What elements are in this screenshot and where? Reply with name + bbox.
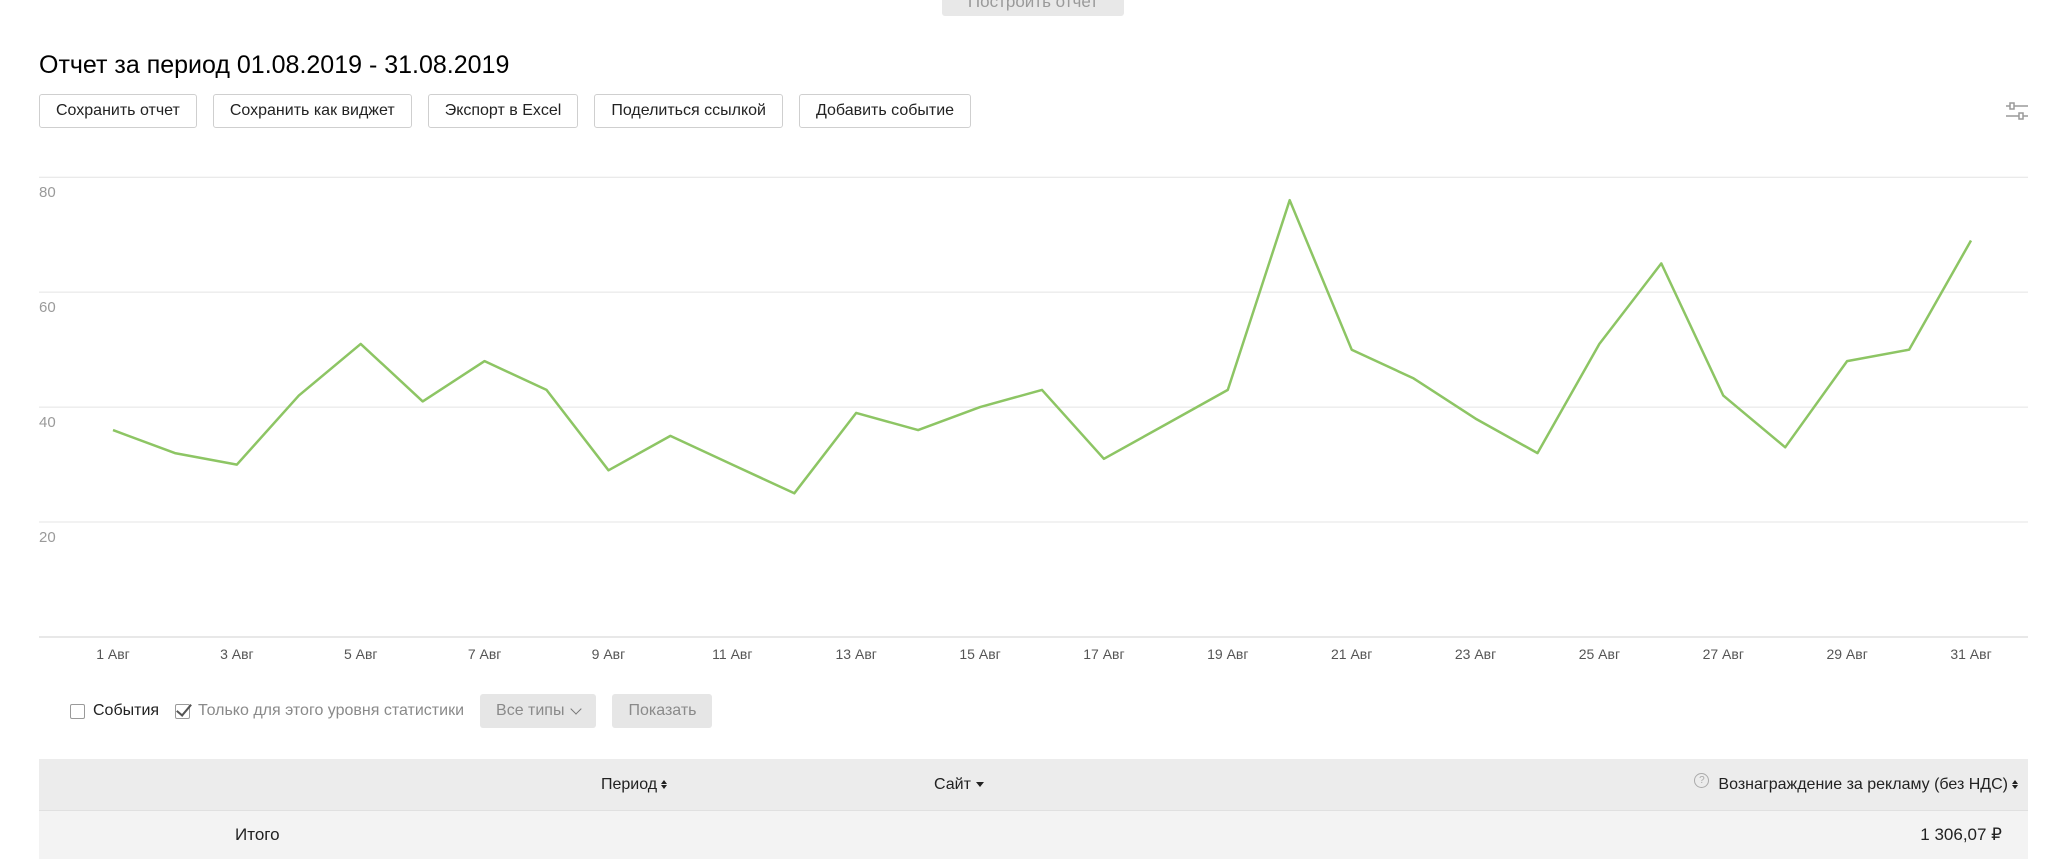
data-point[interactable] [1350, 348, 1354, 352]
data-point[interactable] [1907, 348, 1911, 352]
data-point[interactable] [978, 405, 982, 409]
data-point[interactable] [1040, 388, 1044, 392]
x-tick-label: 3 Авг [220, 646, 254, 662]
data-point[interactable] [1597, 342, 1601, 346]
table-row-total: Итого 1 306,07 ₽ [39, 810, 2028, 859]
page-title: Отчет за период 01.08.2019 - 31.08.2019 [39, 51, 510, 79]
x-tick-label: 27 Авг [1703, 646, 1744, 662]
data-point[interactable] [1288, 198, 1292, 202]
x-tick-label: 1 Авг [96, 646, 130, 662]
x-tick-label: 5 Авг [344, 646, 378, 662]
data-point[interactable] [1721, 394, 1725, 398]
data-point[interactable] [173, 451, 177, 455]
x-tick-label: 13 Авг [836, 646, 877, 662]
x-tick-label: 19 Авг [1207, 646, 1248, 662]
x-tick-label: 9 Авг [592, 646, 626, 662]
data-point[interactable] [111, 428, 115, 432]
data-point[interactable] [1164, 422, 1168, 426]
sort-down-icon [975, 782, 984, 787]
x-tick-label: 31 Авг [1950, 646, 1991, 662]
sliders-icon[interactable] [2004, 100, 2030, 122]
x-tick-label: 11 Авг [712, 646, 752, 662]
x-tick-label: 23 Авг [1455, 646, 1496, 662]
data-point[interactable] [1535, 451, 1539, 455]
data-point[interactable] [1659, 261, 1663, 265]
y-tick-label: 40 [39, 414, 56, 431]
y-tick-label: 80 [39, 184, 56, 201]
data-point[interactable] [359, 342, 363, 346]
data-point[interactable] [1845, 359, 1849, 363]
data-point[interactable] [1783, 445, 1787, 449]
data-point[interactable] [1969, 238, 1973, 242]
column-site-label: Сайт [934, 775, 971, 793]
add-event-button[interactable]: Добавить событие [798, 94, 972, 128]
line-chart: 20 40 60 80 1 Авг 3 Авг 5 Авг 7 Авг 9 Авг 11 Авг… [39, 176, 2028, 662]
data-point[interactable] [854, 411, 858, 415]
x-tick-label: 15 Авг [959, 646, 1000, 662]
column-site[interactable]: Сайт [934, 759, 984, 810]
column-reward-label: Вознаграждение за рекламу (без НДС) [1718, 775, 2008, 793]
chart-filters: События Только для этого уровня статисти… [70, 694, 728, 728]
total-label: Итого [235, 825, 280, 844]
events-label: События [93, 702, 160, 719]
y-tick-label: 60 [39, 299, 56, 316]
data-point[interactable] [1102, 457, 1106, 461]
table-header: Период Сайт ? Вознаграждение за рекламу … [39, 759, 2028, 810]
x-tick-label: 25 Авг [1579, 646, 1620, 662]
only-level-checkbox[interactable] [175, 703, 191, 719]
sort-icon [2012, 780, 2018, 789]
data-point[interactable] [235, 463, 239, 467]
data-point[interactable] [916, 428, 920, 432]
data-point[interactable] [792, 491, 796, 495]
data-point[interactable] [545, 388, 549, 392]
series-line [112, 198, 1973, 495]
events-checkbox[interactable] [70, 703, 85, 719]
share-link-button[interactable]: Поделиться ссылкой [594, 94, 783, 128]
data-point[interactable] [730, 463, 734, 467]
sort-icon [661, 780, 668, 789]
data-point[interactable] [1474, 417, 1478, 421]
column-reward[interactable]: ? Вознаграждение за рекламу (без НДС) [1694, 759, 2018, 810]
x-tick-label: 7 Авг [468, 646, 502, 662]
export-excel-button[interactable]: Экспорт в Excel [427, 94, 579, 128]
y-tick-label: 20 [39, 529, 56, 546]
only-level-label: Только для этого уровня статистики [198, 702, 465, 719]
data-point[interactable] [297, 394, 301, 398]
data-point[interactable] [483, 359, 487, 363]
build-report-button[interactable]: Построить отчет [942, 0, 1124, 16]
save-report-button[interactable]: Сохранить отчет [39, 94, 197, 128]
x-tick-label: 29 Авг [1826, 646, 1867, 662]
column-period-label: Период [601, 775, 658, 793]
data-point[interactable] [668, 434, 672, 438]
data-point[interactable] [606, 468, 610, 472]
stats-table: Период Сайт ? Вознаграждение за рекламу … [39, 759, 2028, 859]
chevron-down-icon [570, 703, 583, 715]
data-point[interactable] [1412, 376, 1416, 380]
save-as-widget-button[interactable]: Сохранить как виджет [212, 94, 412, 128]
all-types-label: Все типы [496, 702, 565, 719]
x-tick-label: 21 Авг [1331, 646, 1372, 662]
show-button[interactable]: Показать [612, 694, 713, 728]
all-types-dropdown[interactable]: Все типы [480, 694, 597, 728]
report-toolbar: Сохранить отчет Сохранить как виджет Экс… [39, 94, 987, 128]
question-circle-icon[interactable]: ? [1694, 772, 1710, 788]
data-point[interactable] [1226, 388, 1230, 392]
data-point[interactable] [421, 399, 425, 403]
column-period[interactable]: Период [601, 759, 668, 810]
x-tick-label: 17 Авг [1083, 646, 1124, 662]
total-reward: 1 306,07 ₽ [1920, 825, 2002, 844]
